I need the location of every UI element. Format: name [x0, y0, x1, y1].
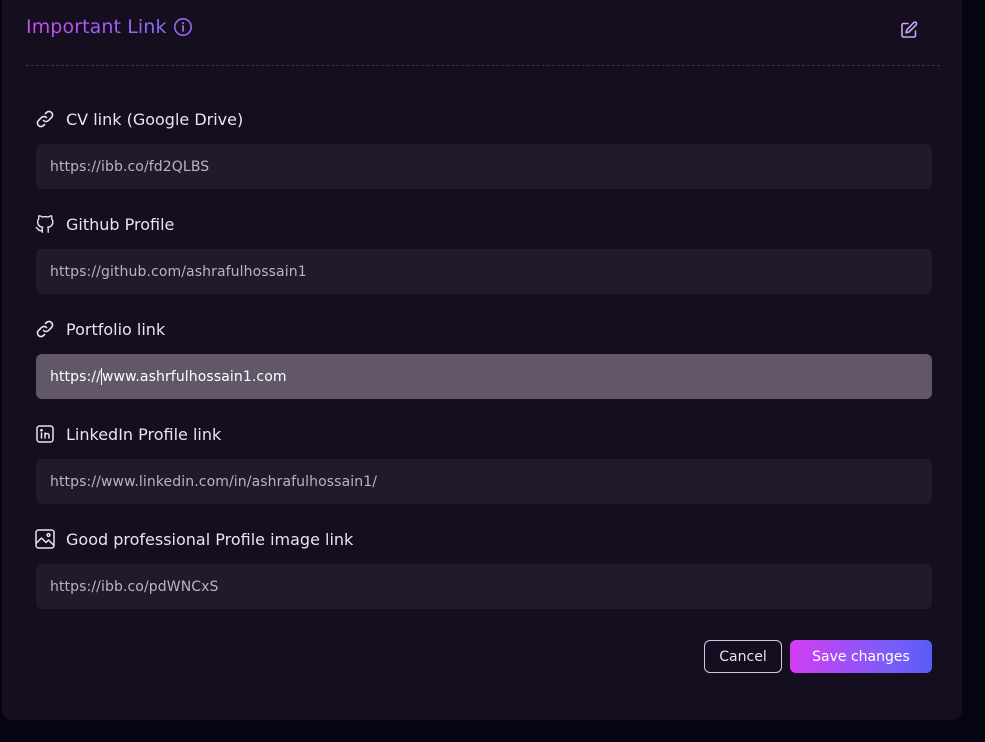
github-icon	[34, 213, 56, 235]
input-text-after-caret: www.ashrfulhossain1.com	[101, 368, 287, 385]
cv-link-input[interactable]: https://ibb.co/fd2QLBS	[36, 144, 932, 189]
input-text-before-caret: https://	[50, 368, 101, 385]
save-changes-button[interactable]: Save changes	[790, 640, 932, 673]
card-title: Important Link	[26, 16, 167, 38]
field-label: CV link (Google Drive)	[66, 109, 244, 129]
field-linkedin-profile: LinkedIn Profile link https://www.linked…	[34, 422, 932, 504]
important-link-card: Important Link CV link (Google Drive) ht…	[2, 0, 962, 720]
field-label: Github Profile	[66, 214, 175, 234]
form-actions: Cancel Save changes	[704, 640, 932, 673]
link-icon	[34, 108, 56, 130]
field-portfolio-link: Portfolio link https://www.ashrfulhossai…	[34, 317, 932, 399]
field-cv-link: CV link (Google Drive) https://ibb.co/fd…	[34, 107, 932, 189]
edit-icon[interactable]	[897, 18, 921, 42]
linkedin-profile-input[interactable]: https://www.linkedin.com/in/ashrafulhoss…	[36, 459, 932, 504]
field-label: Portfolio link	[66, 319, 166, 339]
github-profile-input[interactable]: https://github.com/ashrafulhossain1	[36, 249, 932, 294]
field-github-profile: Github Profile https://github.com/ashraf…	[34, 212, 932, 294]
cancel-button[interactable]: Cancel	[704, 640, 782, 673]
profile-image-link-input[interactable]: https://ibb.co/pdWNCxS	[36, 564, 932, 609]
linkedin-icon	[34, 423, 56, 445]
field-profile-image-link: Good professional Profile image link htt…	[34, 527, 932, 609]
image-icon	[34, 528, 56, 550]
field-label: LinkedIn Profile link	[66, 424, 222, 444]
field-label: Good professional Profile image link	[66, 529, 354, 549]
header-divider	[26, 65, 940, 66]
card-header: Important Link	[26, 16, 193, 38]
portfolio-link-input[interactable]: https://www.ashrfulhossain1.com	[36, 354, 932, 399]
link-icon	[34, 318, 56, 340]
info-icon[interactable]	[173, 17, 193, 37]
